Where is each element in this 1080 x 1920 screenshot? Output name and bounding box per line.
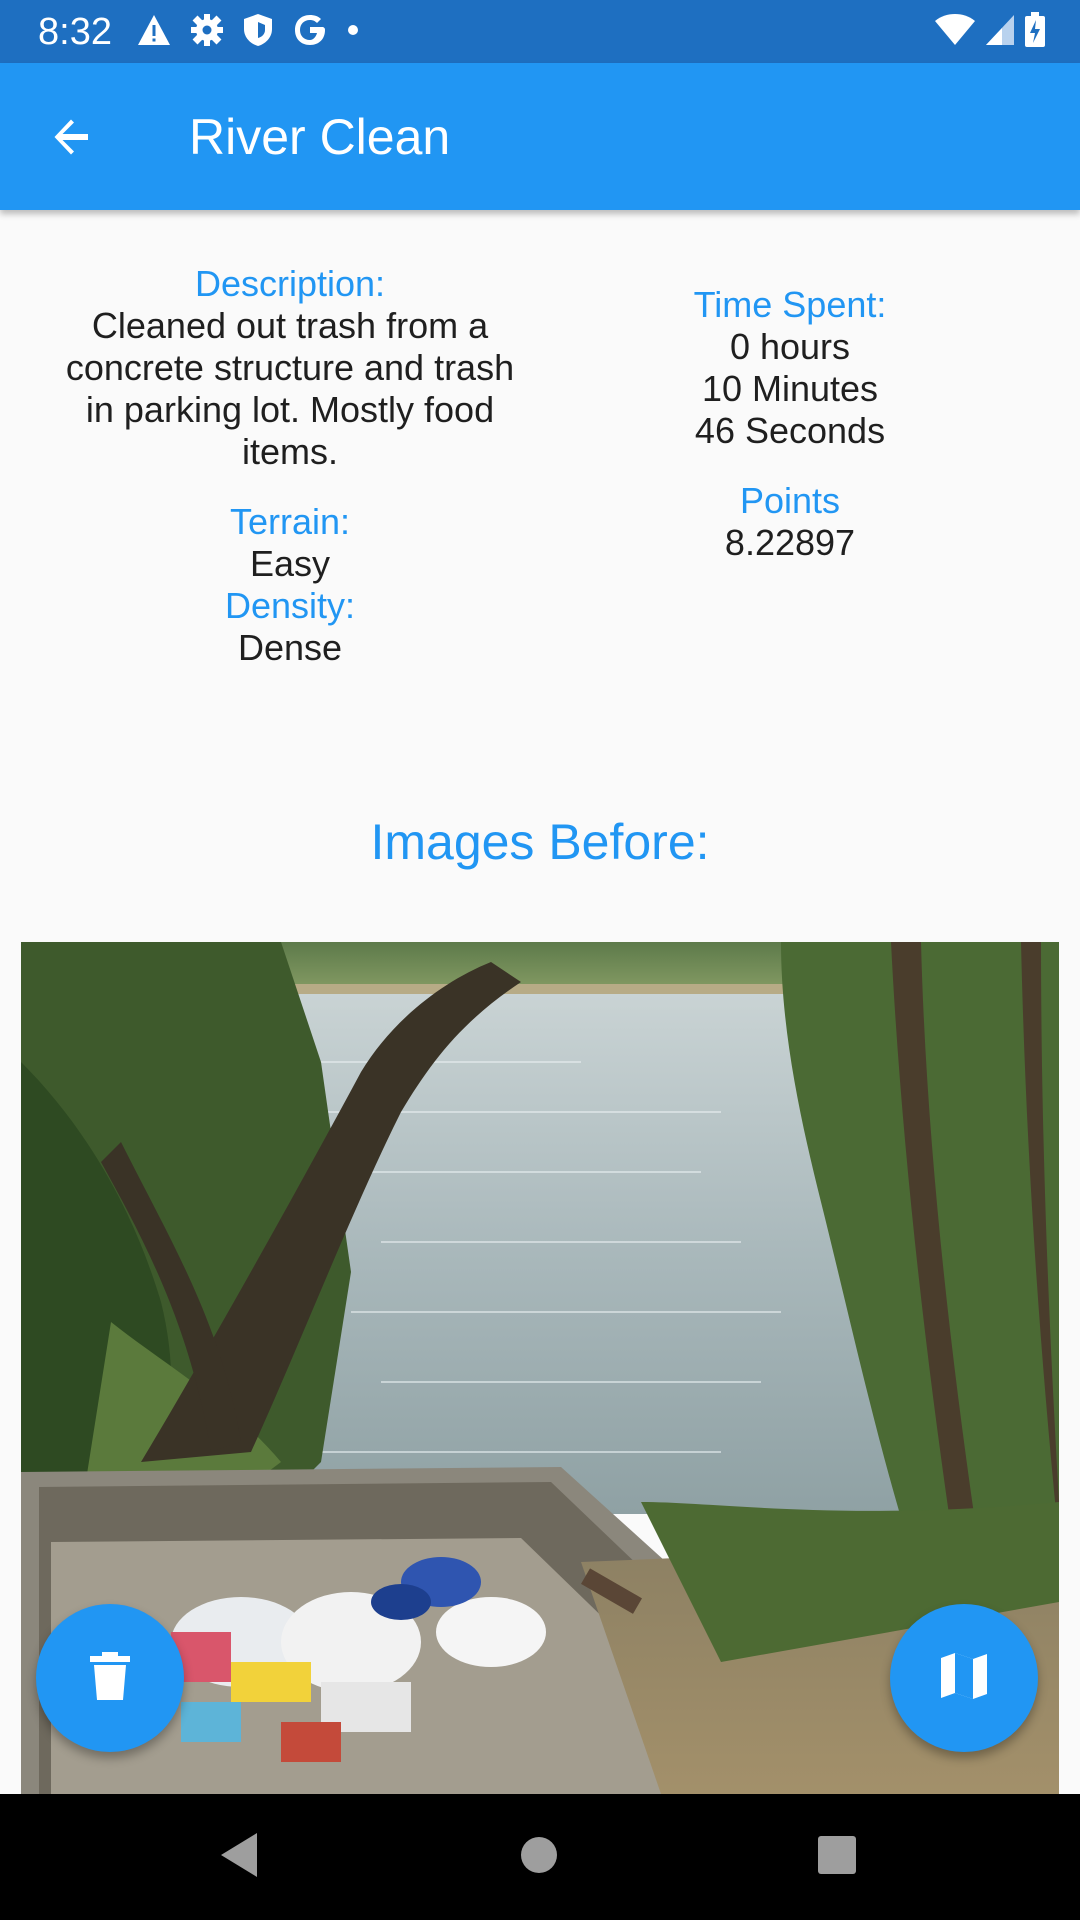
nav-recents-button[interactable] — [806, 1826, 868, 1888]
status-icons-left — [136, 12, 360, 52]
delete-button[interactable] — [36, 1604, 184, 1752]
trash-icon — [90, 1651, 130, 1705]
dot-icon — [346, 23, 360, 42]
density-value: Dense — [237, 627, 343, 668]
app-bar: River Clean — [0, 63, 1080, 210]
nav-back-icon — [217, 1831, 261, 1884]
warning-icon — [136, 13, 172, 52]
battery-icon — [1024, 11, 1046, 53]
status-icons-right — [934, 11, 1046, 53]
signal-icon — [984, 13, 1016, 52]
points-value: 8.22897 — [724, 522, 856, 563]
images-before-heading: Images Before: — [370, 814, 710, 870]
nav-back-button[interactable] — [208, 1826, 270, 1888]
google-icon — [292, 12, 328, 53]
terrain-label: Terrain: — [229, 501, 351, 542]
description-line: in parking lot. Mostly food — [85, 389, 495, 430]
details-left-column: Description: Cleaned out trash from a co… — [40, 263, 540, 669]
screen: 8:32 River Clean Description: Cleaned ou… — [0, 0, 1080, 1920]
back-button[interactable] — [34, 101, 110, 177]
navigation-bar — [0, 1794, 1080, 1920]
time-spent-label: Time Spent: — [693, 284, 887, 325]
shield-icon — [242, 12, 274, 53]
map-button[interactable] — [890, 1604, 1038, 1752]
description-label: Description: — [194, 263, 386, 304]
status-time: 8:32 — [38, 11, 112, 53]
description-line: items. — [241, 431, 338, 472]
map-icon — [939, 1652, 989, 1705]
page-title: River Clean — [189, 109, 451, 165]
description-line: Cleaned out trash from a — [91, 305, 489, 346]
settings-icon — [190, 13, 224, 52]
density-label: Density: — [224, 585, 356, 626]
time-minutes: 10 Minutes — [701, 368, 879, 409]
status-bar: 8:32 — [0, 0, 1080, 63]
nav-home-button[interactable] — [508, 1826, 570, 1888]
description-line: concrete structure and trash — [65, 347, 515, 388]
wifi-icon — [934, 13, 976, 52]
time-hours: 0 hours — [729, 326, 851, 367]
details-right-column: Time Spent: 0 hours 10 Minutes 46 Second… — [590, 284, 990, 564]
nav-home-icon — [519, 1835, 559, 1880]
points-label: Points — [739, 480, 841, 521]
time-seconds: 46 Seconds — [694, 410, 886, 451]
nav-recents-icon — [817, 1835, 857, 1880]
terrain-value: Easy — [249, 543, 331, 584]
arrow-back-icon — [48, 113, 96, 166]
